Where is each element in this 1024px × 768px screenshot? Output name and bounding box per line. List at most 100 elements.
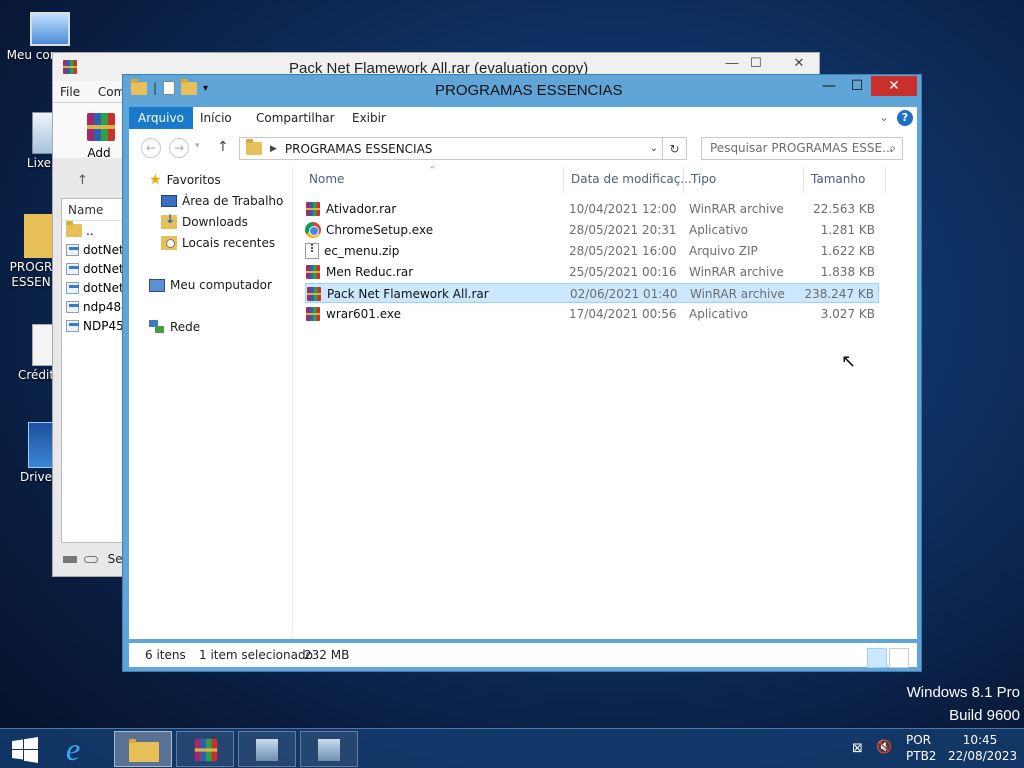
- back-icon[interactable]: ←: [141, 138, 161, 158]
- windows-version-watermark: Windows 8.1 Pro Build 9600: [906, 684, 1020, 724]
- menu-file[interactable]: File: [53, 81, 87, 103]
- close-icon[interactable]: ✕: [777, 55, 821, 75]
- folder-icon: [246, 139, 262, 155]
- tab-inicio[interactable]: Início: [191, 107, 241, 129]
- chrome-icon: [305, 222, 321, 238]
- desktop-icon-label: Crédit: [17, 368, 55, 382]
- help-icon[interactable]: ?: [897, 110, 913, 126]
- maximize-icon[interactable]: ☐: [843, 76, 871, 96]
- winrar-taskbar-button[interactable]: [176, 731, 234, 767]
- setup-taskbar-button-1[interactable]: [238, 731, 296, 767]
- computer-icon: [30, 12, 70, 46]
- file-icon: [66, 243, 79, 256]
- key-icon: [83, 556, 98, 563]
- column-header-size[interactable]: Tamanho: [811, 172, 865, 192]
- zip-icon: [305, 243, 319, 259]
- file-explorer-icon: [129, 739, 159, 762]
- nav-recent[interactable]: Locais recentes: [161, 236, 275, 250]
- large-icons-view-icon[interactable]: [889, 648, 909, 668]
- explorer-window[interactable]: | ▾ PROGRAMAS ESSENCIAS — ☐ ✕ Arquivo In…: [122, 74, 922, 672]
- column-header-type[interactable]: Tipo: [691, 172, 716, 192]
- file-icon: [66, 262, 79, 275]
- table-row[interactable]: Men Reduc.rar 25/05/2021 00:16 WinRAR ar…: [305, 262, 879, 282]
- navigation-pane[interactable]: ★ Favoritos Área de Trabalho Downloads L…: [129, 167, 293, 639]
- rar-icon: [305, 306, 321, 322]
- table-row[interactable]: ChromeSetup.exe 28/05/2021 20:31 Aplicat…: [305, 220, 879, 240]
- rar-icon: [305, 264, 321, 280]
- tab-arquivo[interactable]: Arquivo: [129, 107, 193, 129]
- column-divider[interactable]: [563, 167, 564, 193]
- setup-taskbar-button-2[interactable]: [300, 731, 358, 767]
- column-header-date[interactable]: Data de modificaç...: [571, 172, 692, 192]
- details-view-icon[interactable]: [867, 648, 887, 668]
- mouse-cursor-icon: ↖: [841, 351, 857, 372]
- network-icon: [149, 320, 165, 334]
- up-icon[interactable]: ↑: [217, 139, 229, 155]
- volume-muted-icon[interactable]: 🔇: [876, 740, 892, 755]
- close-icon[interactable]: ✕: [871, 76, 917, 96]
- breadcrumb[interactable]: PROGRAMAS ESSENCIAS: [285, 142, 433, 156]
- up-arrow-icon[interactable]: ↑: [77, 173, 88, 188]
- windows-logo-icon: [12, 737, 38, 763]
- file-list[interactable]: ^ Nome Data de modificaç... Tipo Tamanho…: [299, 165, 917, 639]
- chevron-down-icon[interactable]: ⌄: [650, 143, 658, 154]
- winrar-app-icon: [62, 59, 78, 75]
- clock[interactable]: 10:45 22/08/2023: [948, 733, 1017, 763]
- tab-compartilhar[interactable]: Compartilhar: [247, 107, 344, 129]
- desktop-icon-programas[interactable]: PROGR ESSEN: [6, 214, 62, 290]
- status-item-count: 6 itens: [145, 648, 186, 662]
- minimize-icon[interactable]: —: [815, 76, 843, 96]
- forward-icon[interactable]: →: [169, 138, 189, 158]
- status-selection: 1 item selecionado: [199, 648, 313, 662]
- recent-places-icon: [161, 236, 177, 250]
- column-divider[interactable]: [803, 167, 804, 193]
- search-icon[interactable]: ⌕: [889, 138, 896, 159]
- explorer-title-bar[interactable]: | ▾ PROGRAMAS ESSENCIAS — ☐ ✕: [123, 75, 921, 103]
- folder-icon: [131, 78, 147, 95]
- nav-favorites[interactable]: ★ Favoritos: [149, 173, 221, 187]
- quick-access-toolbar: | ▾: [131, 78, 208, 95]
- nav-desktop[interactable]: Área de Trabalho: [161, 194, 283, 208]
- explorer-content: ★ Favoritos Área de Trabalho Downloads L…: [129, 165, 917, 639]
- breadcrumb-separator-icon: ▶: [270, 143, 277, 154]
- chevron-down-icon[interactable]: ▾: [203, 83, 208, 94]
- folder-up-icon: [66, 221, 82, 237]
- properties-icon[interactable]: [163, 81, 176, 95]
- downloads-icon: [161, 212, 177, 229]
- address-field[interactable]: ▶ PROGRAMAS ESSENCIAS ⌄: [239, 137, 663, 160]
- table-row-selected[interactable]: Pack Net Flamework All.rar 02/06/2021 01…: [305, 283, 879, 303]
- tab-exibir[interactable]: Exibir: [343, 107, 395, 129]
- internet-explorer-button[interactable]: e: [52, 731, 110, 767]
- language-indicator[interactable]: POR PTB2: [906, 733, 936, 763]
- installer-icon: [317, 738, 341, 762]
- ribbon-tabs: Arquivo Início Compartilhar Exibir ⌄ ?: [129, 107, 917, 129]
- desktop-icon-label: Drive: [20, 470, 52, 484]
- column-divider[interactable]: [885, 167, 886, 193]
- new-folder-icon[interactable]: [181, 78, 198, 95]
- file-icon: [66, 319, 79, 332]
- table-row[interactable]: ec_menu.zip 28/05/2021 16:00 Arquivo ZIP…: [305, 241, 879, 261]
- table-row[interactable]: Ativador.rar 10/04/2021 12:00 WinRAR arc…: [305, 199, 879, 219]
- file-icon: [66, 281, 79, 294]
- column-divider[interactable]: [683, 167, 684, 193]
- status-size: 232 MB: [304, 648, 350, 662]
- sort-indicator-icon: ^: [429, 165, 436, 174]
- internet-explorer-icon: e: [66, 731, 81, 767]
- rar-icon: [305, 201, 321, 217]
- installer-icon: [255, 738, 279, 762]
- table-row[interactable]: wrar601.exe 17/04/2021 00:56 Aplicativo …: [305, 304, 879, 324]
- network-status-icon[interactable]: ⊠: [852, 741, 863, 756]
- add-button[interactable]: Add: [79, 111, 119, 160]
- refresh-icon[interactable]: ↻: [663, 137, 687, 160]
- expand-ribbon-icon[interactable]: ⌄: [879, 110, 889, 124]
- winrar-icon: [193, 737, 219, 763]
- search-input[interactable]: Pesquisar PROGRAMAS ESSE... ⌕: [701, 137, 903, 160]
- file-explorer-button[interactable]: [114, 731, 172, 767]
- nav-network[interactable]: Rede: [149, 320, 200, 334]
- column-header-name[interactable]: Nome: [309, 172, 344, 192]
- nav-computer[interactable]: Meu computador: [149, 278, 272, 292]
- nav-downloads[interactable]: Downloads: [161, 212, 248, 229]
- maximize-icon[interactable]: ☐: [741, 55, 771, 75]
- recent-locations-icon[interactable]: ▾: [195, 141, 200, 151]
- start-button[interactable]: [0, 731, 50, 767]
